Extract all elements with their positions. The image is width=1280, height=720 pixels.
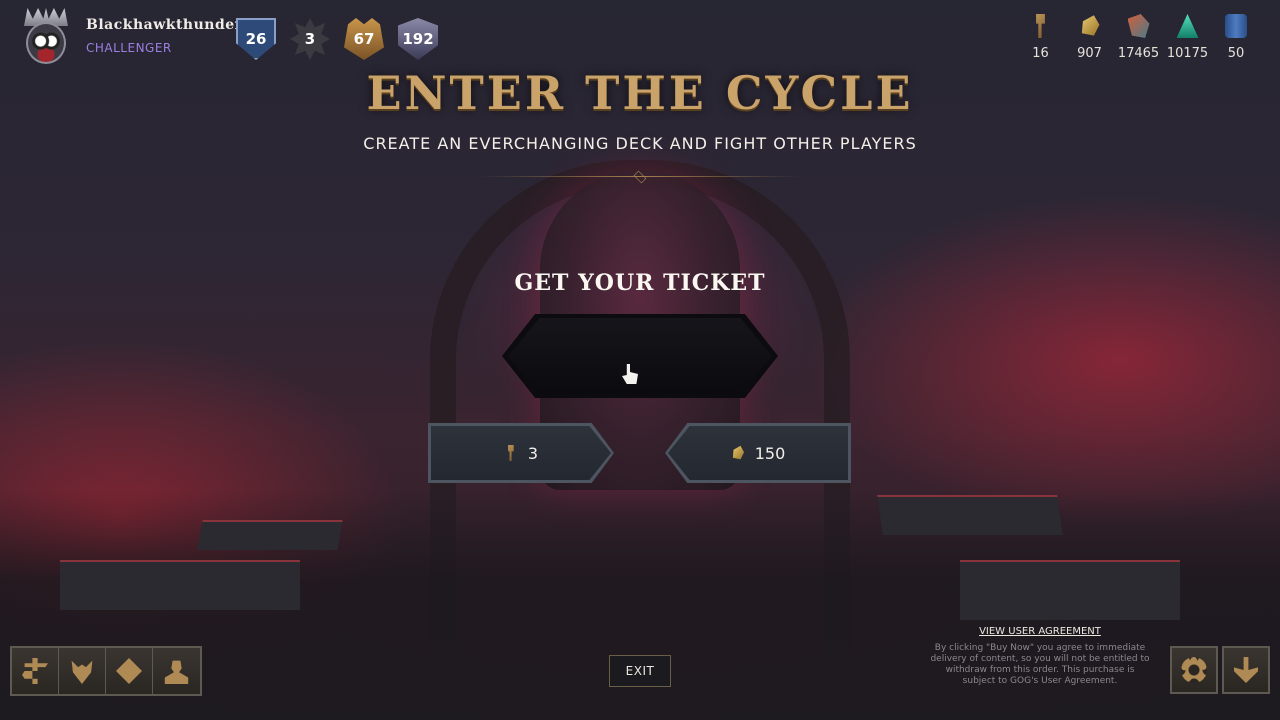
prestige-badge[interactable]: 3 xyxy=(290,18,330,60)
gear-icon xyxy=(1181,657,1207,683)
rock xyxy=(197,520,343,550)
avatar-face xyxy=(26,22,66,64)
resource-keys[interactable]: 16 xyxy=(1016,14,1065,61)
level-badge[interactable]: 26 xyxy=(236,18,276,60)
scraps-icon xyxy=(1127,14,1150,38)
title-divider xyxy=(480,170,800,184)
ticket-heading: GET YOUR TICKET xyxy=(514,270,766,296)
exit-button[interactable]: EXIT xyxy=(609,655,671,687)
player-badges: 26 3 67 192 xyxy=(236,18,438,60)
nav-alerts-button[interactable] xyxy=(106,648,153,694)
resource-kegs[interactable]: 50 xyxy=(1212,14,1260,61)
signpost-icon xyxy=(22,658,48,684)
quit-button[interactable] xyxy=(1222,646,1270,694)
ore-icon xyxy=(1081,15,1100,36)
nav-main-menu-button[interactable] xyxy=(12,648,59,694)
keg-icon xyxy=(1225,14,1247,38)
key-icon xyxy=(1036,14,1045,38)
resource-scraps[interactable]: 17465 xyxy=(1114,14,1163,61)
resource-bar: 16 907 17465 10175 50 xyxy=(1016,14,1260,61)
rock xyxy=(877,495,1063,535)
legal-notice: VIEW USER AGREEMENT By clicking "Buy Now… xyxy=(928,626,1152,687)
alert-icon xyxy=(116,658,142,684)
purchase-disclaimer: By clicking "Buy Now" you agree to immed… xyxy=(930,643,1150,686)
crown-rank-badge[interactable]: 67 xyxy=(344,18,384,60)
player-rank: CHALLENGER xyxy=(86,41,172,55)
nav-profile-button[interactable] xyxy=(153,648,200,694)
avatar[interactable] xyxy=(20,6,72,66)
profile-icon xyxy=(164,660,189,684)
rock xyxy=(60,560,300,610)
buy-with-keys-button[interactable]: 3 xyxy=(428,423,614,483)
page-title: ENTER THE CYCLE xyxy=(366,66,914,120)
pro-rank-badge[interactable]: 192 xyxy=(398,18,438,60)
rock xyxy=(960,560,1180,620)
settings-button[interactable] xyxy=(1170,646,1218,694)
player-name: Blackhawkthunder xyxy=(86,17,243,33)
page-subtitle: CREATE AN EVERCHANGING DECK AND FIGHT OT… xyxy=(363,134,917,153)
divider-ornament-icon xyxy=(633,170,647,184)
power-icon xyxy=(1234,657,1258,683)
nav-faction-button[interactable] xyxy=(59,648,106,694)
ticket-slot-inner xyxy=(508,318,772,394)
bottom-nav xyxy=(10,646,202,696)
user-agreement-link[interactable]: VIEW USER AGREEMENT xyxy=(928,626,1152,637)
buy-with-ore-button[interactable]: 150 xyxy=(665,423,851,483)
meteorite-powder-icon xyxy=(1176,14,1199,38)
resource-powder[interactable]: 10175 xyxy=(1163,14,1212,61)
player-panel: Blackhawkthunder CHALLENGER xyxy=(20,6,243,66)
resource-ore[interactable]: 907 xyxy=(1065,14,1114,61)
faction-wolf-icon xyxy=(71,660,93,684)
